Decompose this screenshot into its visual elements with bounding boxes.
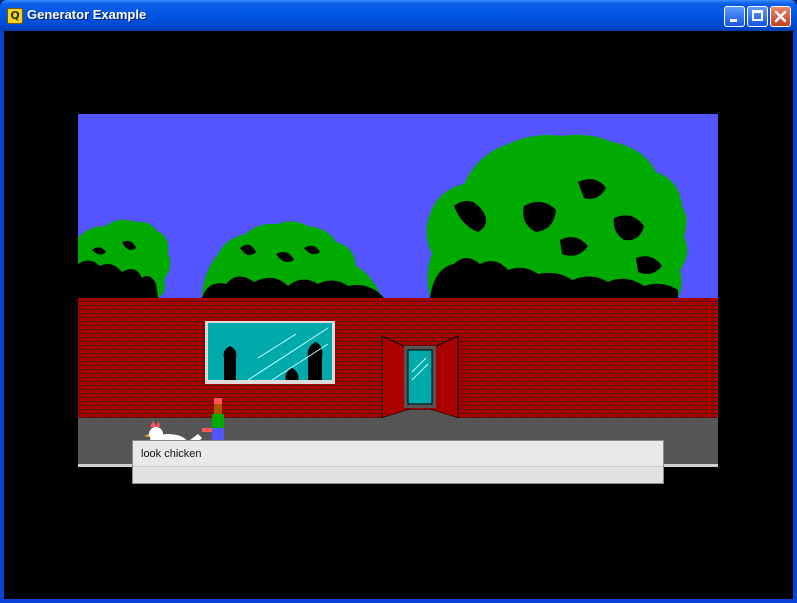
command-input[interactable] (133, 441, 663, 467)
shop-window[interactable] (205, 321, 335, 384)
command-parser (132, 440, 664, 484)
window-frame-bottom (0, 599, 797, 603)
close-button[interactable] (770, 6, 791, 27)
app-logo-icon: Q (7, 8, 23, 24)
game-scene[interactable] (78, 114, 718, 467)
window-frame-right (793, 31, 797, 603)
tree-left (78, 219, 171, 298)
command-history-bar (133, 468, 663, 483)
app-window: Q Generator Example (0, 0, 797, 603)
minimize-icon (730, 19, 737, 22)
maximize-button[interactable] (747, 6, 768, 27)
title-bar[interactable]: Q Generator Example (0, 0, 797, 31)
maximize-icon (752, 10, 763, 21)
close-icon (774, 10, 787, 23)
window-title: Generator Example (27, 7, 147, 22)
minimize-button[interactable] (724, 6, 745, 27)
shop-door[interactable] (381, 335, 459, 419)
scene-canvas[interactable] (78, 114, 718, 467)
